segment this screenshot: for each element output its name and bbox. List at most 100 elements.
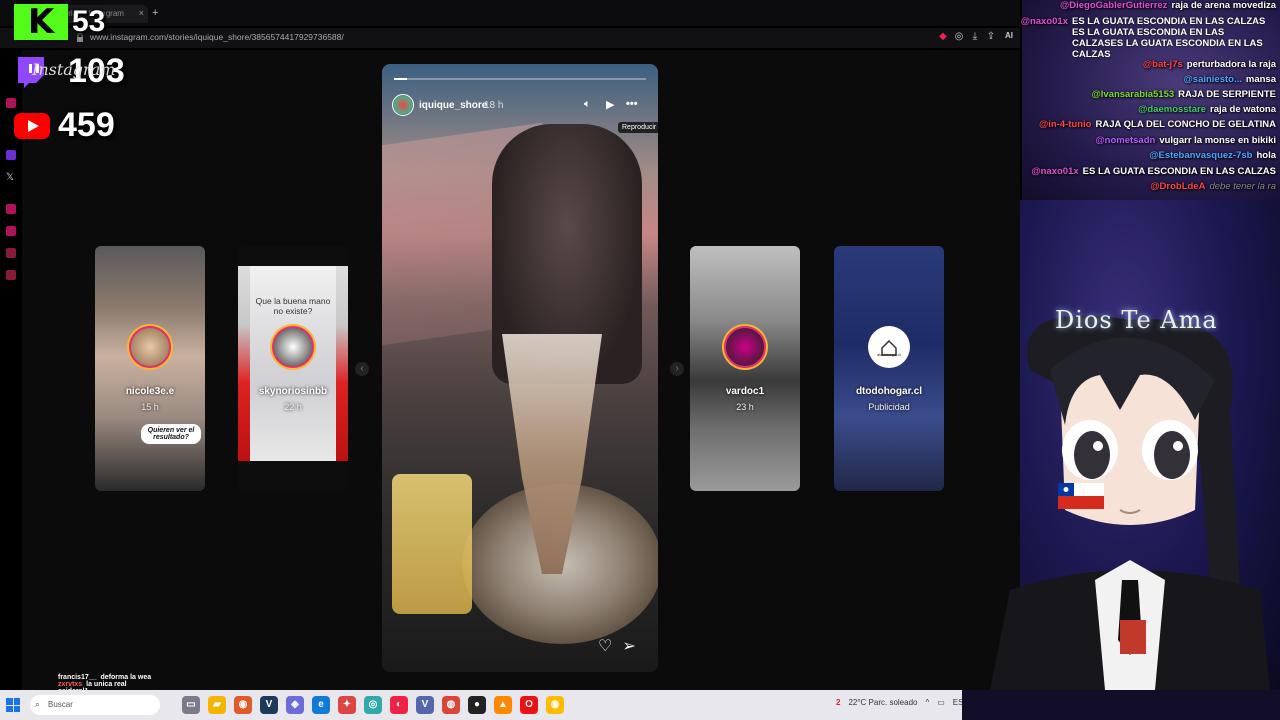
taskbar-search-input[interactable]: ⌕ Buscar [30,695,160,715]
active-story[interactable]: iquique_shore 18 h 🔈︎ ▶ ••• Reproducir ♡… [382,64,658,672]
story-author-username[interactable]: iquique_shore [419,100,487,111]
next-story-arrow-icon[interactable]: › [670,362,684,376]
sidebar-app-icon[interactable] [6,270,16,280]
more-options-icon[interactable]: ••• [626,98,638,110]
chat-username: @DrobLdeA [1150,181,1206,192]
story-progress-fill [394,78,407,80]
obs-icon[interactable]: ● [468,696,486,714]
network-icon[interactable]: ▭ [937,698,945,707]
chat-message: zxrvtxs la unica real [58,681,151,688]
chat-username: @nometsadn [1095,135,1156,146]
download-icon[interactable]: ⤓ [970,31,980,42]
previous-story-arrow-icon[interactable]: ‹ [355,362,369,376]
chrome-icon[interactable]: ◍ [442,696,460,714]
story-avatar [129,326,171,368]
story-card-skyno[interactable]: Que la buena mano no existe? skynoriosin… [238,246,348,491]
story-author-avatar[interactable] [392,94,414,116]
app-icon[interactable]: ◉ [546,696,564,714]
story-username: nicole3e.e [125,386,175,397]
taskbar-apps: ▭ ▰ ◉ V ◈ e ✦ ◎ ◐ V ◍ ● ▲ O ◉ [182,696,564,714]
chat-message: @daemosstare raja de watona [1138,104,1276,115]
system-tray: 2 22°C Parc. soleado ^ ▭ ESP [836,698,969,707]
chat-message-text: RAJA QLA DEL CONCHO DE GELATINA [1095,119,1276,130]
chat-username: @daemosstare [1138,104,1206,115]
chat-username: francis17__ [58,674,97,681]
like-heart-icon[interactable]: ♡ [598,636,612,656]
share-icon[interactable]: ⇪ [986,31,996,42]
story-age: 22 h [284,402,302,412]
sidebar-app-icon[interactable] [6,204,16,214]
avatar-brand-text: dtodohogar.cl [876,352,902,357]
chile-flag-icon [1058,483,1104,509]
play-tooltip: Reproducir [618,122,658,133]
play-icon[interactable]: ▶ [606,98,614,111]
app-icon[interactable]: ▲ [494,696,512,714]
story-age: 23 h [736,402,754,412]
chat-message-text: debe tener la ra [1209,181,1276,192]
story-card-nicole[interactable]: nicole3e.e 15 h Quieren ver el resultado… [95,246,205,491]
profile-icon[interactable]: ◎ [954,31,964,42]
chat-message: @Ivansarabia5153 RAJA DE SERPIENTE [1091,89,1276,100]
terminal-icon[interactable]: V [260,696,278,714]
mute-icon[interactable]: 🔈︎ [584,98,591,111]
story-timestamp: 18 h [484,100,504,111]
file-explorer-icon[interactable]: ▰ [208,696,226,714]
app-icon[interactable]: ◈ [286,696,304,714]
story-actions: ♡ ➢ [598,636,636,656]
sidebar-app-icon[interactable] [6,150,16,160]
chat-message-text: ES LA GUATA ESCONDIA EN LAS CALZAS [1082,166,1276,177]
chat-message: francis17__ deforma la wea [58,674,151,681]
story-username: dtodohogar.cl [855,386,923,397]
search-placeholder: Buscar [48,700,73,709]
address-bar: ‹ www.instagram.com/stories/iquique_shor… [0,28,1031,48]
story-card-vardoc[interactable]: vardoc1 23 h [690,246,800,491]
story-card-dtodohogar[interactable]: dtodohogar.cl dtodohogar.cl Publicidad [834,246,944,491]
chat-username: @in-4-tunio [1038,119,1092,130]
search-icon: ⌕ [35,699,41,709]
chat-message-text: RAJA DE SERPIENTE [1178,89,1276,100]
tab-close-icon[interactable]: × [139,8,144,18]
extension-icons: ◆ ◎ ⤓ ⇪ AI ☰ [938,31,1032,42]
chat-username: @naxo01x [1020,16,1068,27]
chat-username: @DiegoGablerGutierrez [1059,0,1168,11]
browser-tabbar: (5) Historias • Instagram × + [0,0,1020,26]
x-app-icon[interactable]: 𝕏 [6,172,14,183]
kick-viewer-counter: K 53 [14,4,105,40]
sidebar-app-icon[interactable] [6,248,16,258]
app-icon[interactable]: ✦ [338,696,356,714]
app-icon[interactable]: ◉ [234,696,252,714]
ai-button[interactable]: AI [1002,31,1016,42]
windows-taskbar: ⌕ Buscar ▭ ▰ ◉ V ◈ e ✦ ◎ ◐ V ◍ ● ▲ O ◉ 2… [0,690,1280,720]
chat-message: @sainiesto... mansa [1184,74,1276,85]
app-icon[interactable]: ◐ [390,696,408,714]
send-share-icon[interactable]: ➢ [622,636,635,656]
story-avatar: dtodohogar.cl [868,326,910,368]
chat-message-text: vulgarr la monse en bikiki [1159,135,1276,146]
opera-icon[interactable]: O [520,696,538,714]
chat-username: @bat-j7s [1142,59,1183,70]
chat-message-text: perturbadora la raja [1186,59,1276,70]
windows-start-icon[interactable] [6,698,20,712]
overlay-strip [962,690,1280,720]
extension-icon[interactable]: ◆ [938,31,948,42]
youtube-viewer-counter: 459 [14,106,115,145]
weather-text[interactable]: 22°C Parc. soleado [848,698,917,707]
task-view-icon[interactable]: ▭ [182,696,200,714]
app-icon[interactable]: ◎ [364,696,382,714]
chat-message-text: hola [1256,150,1276,161]
instagram-wordmark: Instagram [32,60,116,79]
chat-username: @Ivansarabia5153 [1091,89,1175,100]
story-progress-bar [394,78,646,80]
edge-browser-icon[interactable]: e [312,696,330,714]
chat-username: @sainiesto... [1183,74,1242,85]
chevron-up-icon[interactable]: ^ [925,698,929,707]
chat-message: @in-4-tunio RAJA QLA DEL CONCHO DE GELATI… [1039,119,1276,130]
chat-message-text: la unica real [86,681,127,688]
sidebar-app-icon[interactable] [6,226,16,236]
vscode-icon[interactable]: V [416,696,434,714]
kick-logo-icon: K [14,4,68,40]
story-avatar [724,326,766,368]
new-tab-icon[interactable]: + [152,7,158,19]
url-field[interactable]: www.instagram.com/stories/iquique_shore/… [90,32,410,42]
chat-message: @DrobLdeA debe tener la ra [1150,181,1276,192]
